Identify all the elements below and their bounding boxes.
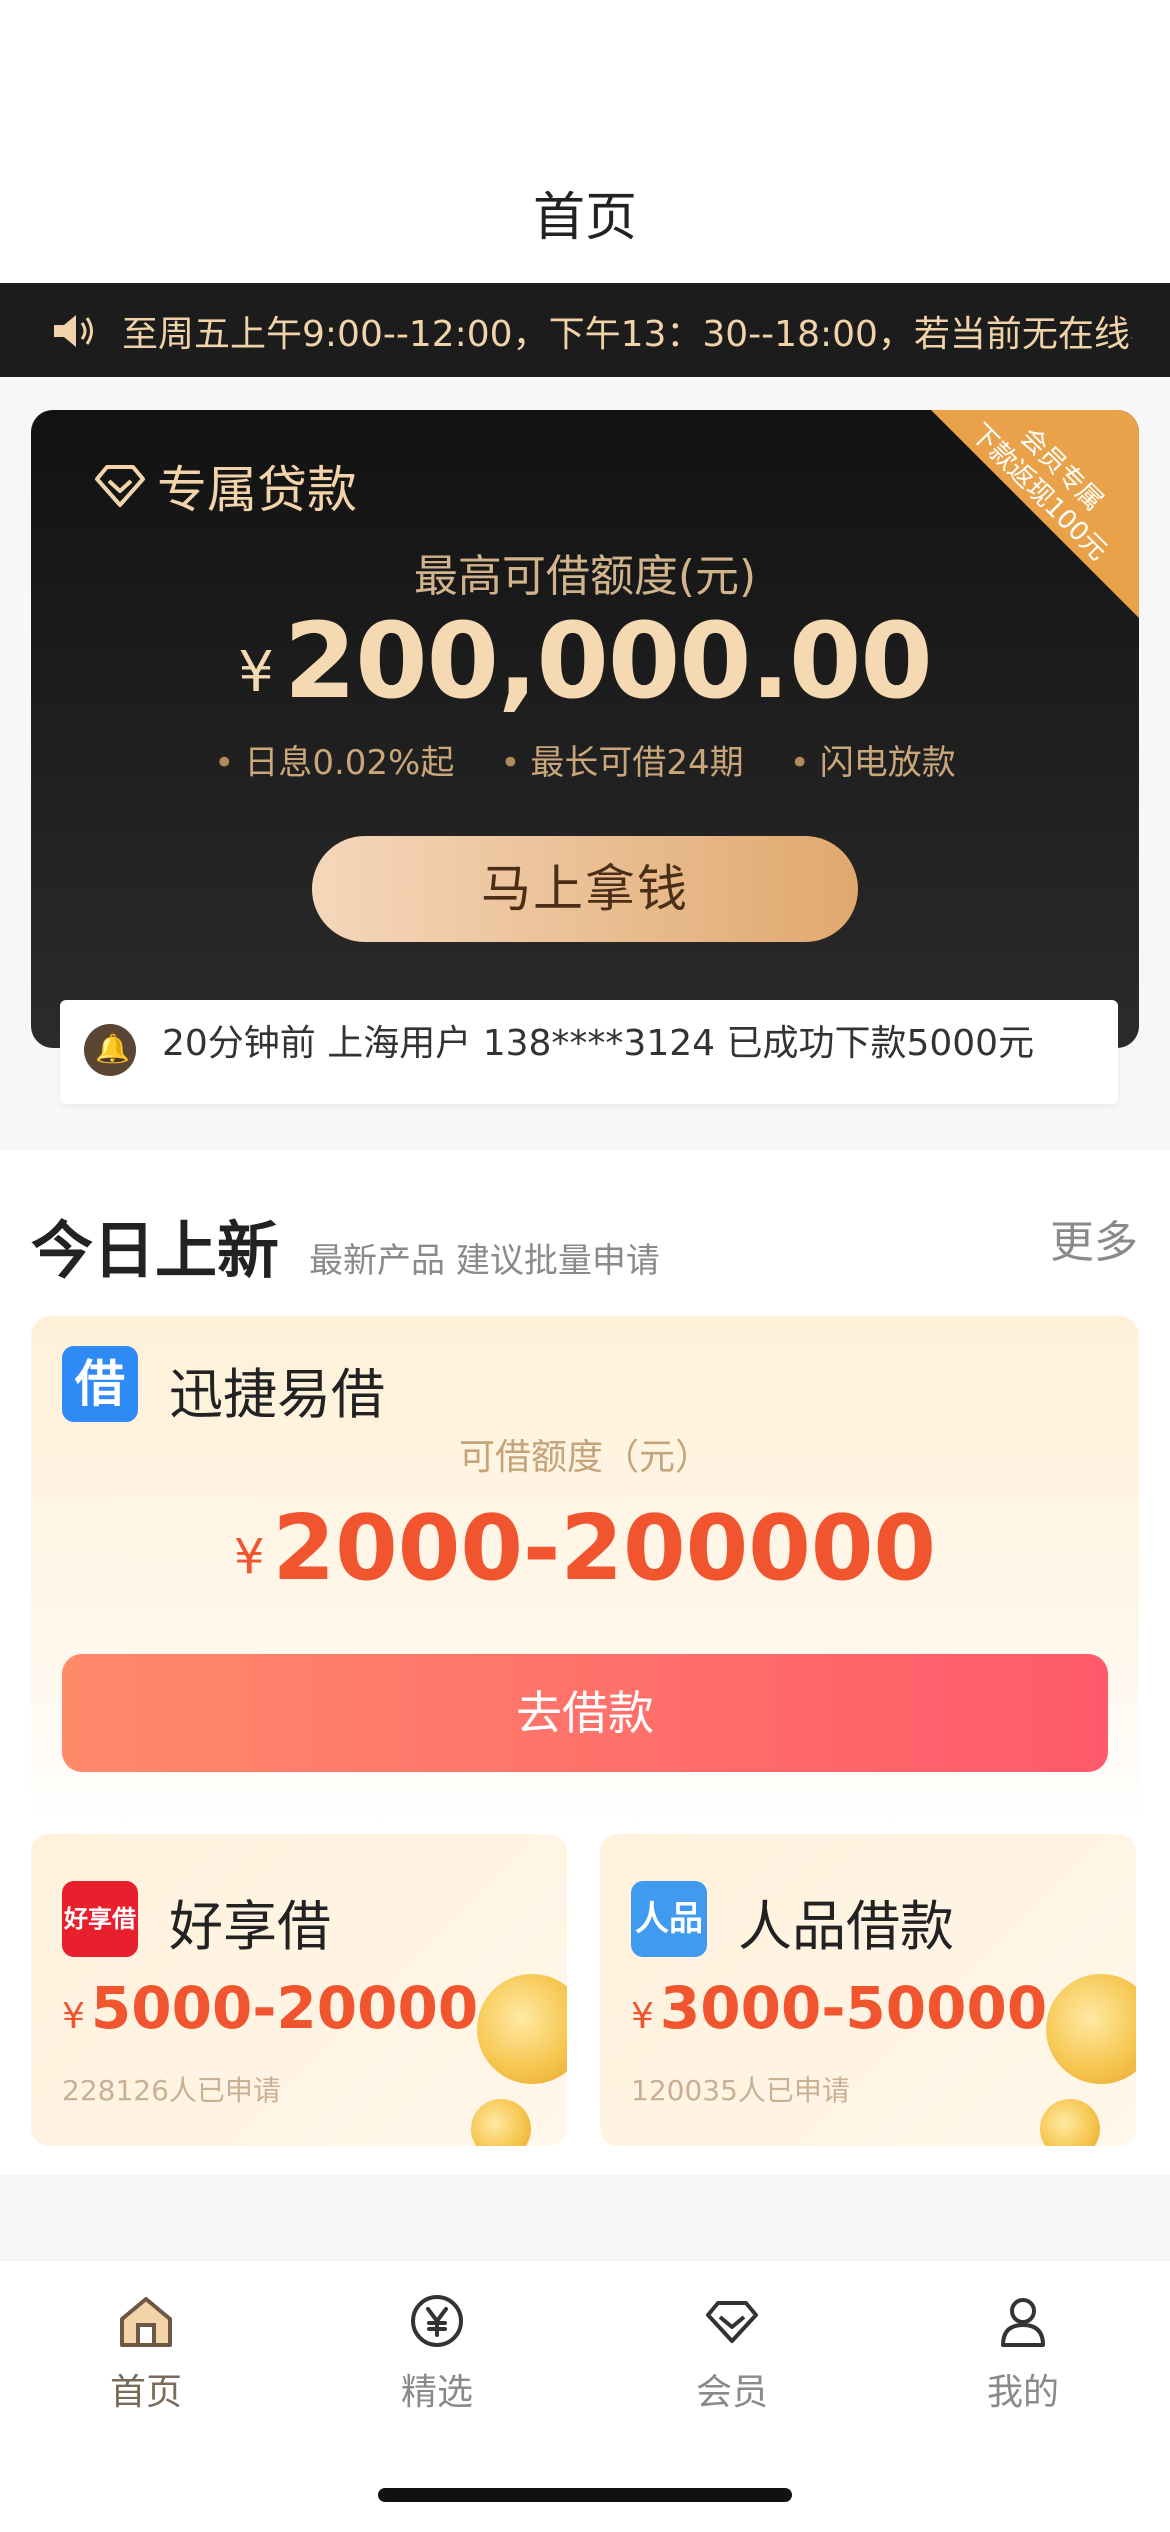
- speaker-icon: [54, 315, 93, 347]
- tab-mine-label: 我的: [986, 2372, 1059, 2413]
- user-icon: [1001, 2298, 1045, 2347]
- amount-range: ¥5000-20000: [62, 1974, 478, 2042]
- section-subtitle: 最新产品 建议批量申请: [309, 1241, 660, 1281]
- get-money-button[interactable]: 马上拿钱: [312, 836, 858, 942]
- ticker-text: 20分钟前 上海用户 138****3124 已成功下款5000元: [162, 1023, 1035, 1064]
- currency-symbol: ¥: [62, 1996, 85, 2037]
- applicant-count: 120035人已申请: [631, 2074, 850, 2107]
- tab-member[interactable]: 会员: [632, 2291, 832, 2415]
- notice-bar[interactable]: 至周五上午9:00--12:00，下午13：30--18:00，若当前无在线客: [0, 283, 1170, 377]
- max-amount-label: 最高可借额度(元): [413, 551, 757, 602]
- section-title: 今日上新: [31, 1214, 280, 1287]
- max-amount: ¥200,000.00: [31, 600, 1139, 722]
- amount-label: 可借额度（元）: [458, 1437, 711, 1478]
- tab-home[interactable]: 首页: [46, 2291, 246, 2415]
- top-bar: 首页: [0, 0, 1170, 283]
- amount-range-value: 5000-20000: [90, 1974, 479, 2042]
- currency-symbol: ¥: [631, 1996, 654, 2037]
- product-card-haoxiangjie[interactable]: 好享借 好享借 ¥5000-20000 228126人已申请: [31, 1834, 567, 2146]
- section-header: 今日上新 最新产品 建议批量申请: [31, 1200, 660, 1290]
- amount-range-value: 2000-200000: [272, 1496, 937, 1601]
- featured-product-card[interactable]: 借 迅捷易借 可借额度（元） ¥2000-200000 去借款: [31, 1316, 1139, 1826]
- notice-text: 至周五上午9:00--12:00，下午13：30--18:00，若当前无在线客: [122, 314, 1132, 355]
- yen-circle-icon: [411, 2295, 463, 2347]
- product-logo: 人品: [631, 1881, 707, 1957]
- applicant-count: 228126人已申请: [62, 2074, 281, 2107]
- tab-featured-label: 精选: [400, 2372, 473, 2413]
- loan-ticker: 20分钟前 上海用户 138****3124 已成功下款5000元: [60, 1000, 1118, 1104]
- home-indicator[interactable]: [378, 2488, 792, 2502]
- feature-term: 最长可借24期: [500, 735, 743, 784]
- max-amount-value: 200,000.00: [283, 600, 933, 722]
- coin-icon: [477, 1974, 567, 2084]
- amount-range: ¥3000-50000: [631, 1974, 1047, 2042]
- more-link[interactable]: 更多: [1050, 1206, 1138, 1270]
- product-logo: 借: [62, 1346, 138, 1422]
- tab-featured[interactable]: 精选: [337, 2291, 537, 2415]
- new-today-section: 今日上新 最新产品 建议批量申请 更多 借 迅捷易借 可借额度（元） ¥2000…: [0, 1150, 1170, 2175]
- home-icon: [120, 2297, 172, 2347]
- currency-symbol: ¥: [238, 640, 274, 705]
- amount-range-value: 3000-50000: [659, 1974, 1048, 2042]
- borrow-button[interactable]: 去借款: [62, 1654, 1108, 1772]
- feature-speed: 闪电放款: [790, 735, 956, 784]
- tab-member-label: 会员: [695, 2372, 768, 2413]
- product-name: 人品借款: [738, 1895, 954, 1958]
- currency-symbol: ¥: [233, 1529, 265, 1585]
- product-card-renpin[interactable]: 人品 人品借款 ¥3000-50000 120035人已申请: [600, 1834, 1136, 2146]
- coin-icon: [471, 2099, 531, 2146]
- diamond-icon: [95, 465, 145, 507]
- coin-icon: [1046, 1974, 1136, 2084]
- product-logo: 好享借: [62, 1881, 138, 1957]
- page-title: 首页: [532, 188, 637, 248]
- feature-rate: 日息0.02%起: [214, 735, 454, 784]
- tab-mine[interactable]: 我的: [923, 2291, 1123, 2415]
- product-name: 好享借: [169, 1895, 331, 1958]
- tab-home-label: 首页: [109, 2372, 182, 2413]
- diamond-icon: [706, 2301, 758, 2343]
- product-name: 迅捷易借: [169, 1363, 385, 1426]
- loan-features: 日息0.02%起 最长可借24期 闪电放款: [31, 735, 1139, 784]
- exclusive-loan-label: 专属贷款: [157, 461, 357, 519]
- coin-icon: [1040, 2099, 1100, 2146]
- exclusive-loan-card: 专属贷款 会员专属 下款返现100元 最高可借额度(元) ¥200,000.00…: [31, 410, 1139, 1048]
- bell-icon: [84, 1024, 136, 1076]
- amount-range: ¥2000-200000: [31, 1496, 1139, 1601]
- exclusive-loan-tag: 专属贷款: [93, 450, 357, 522]
